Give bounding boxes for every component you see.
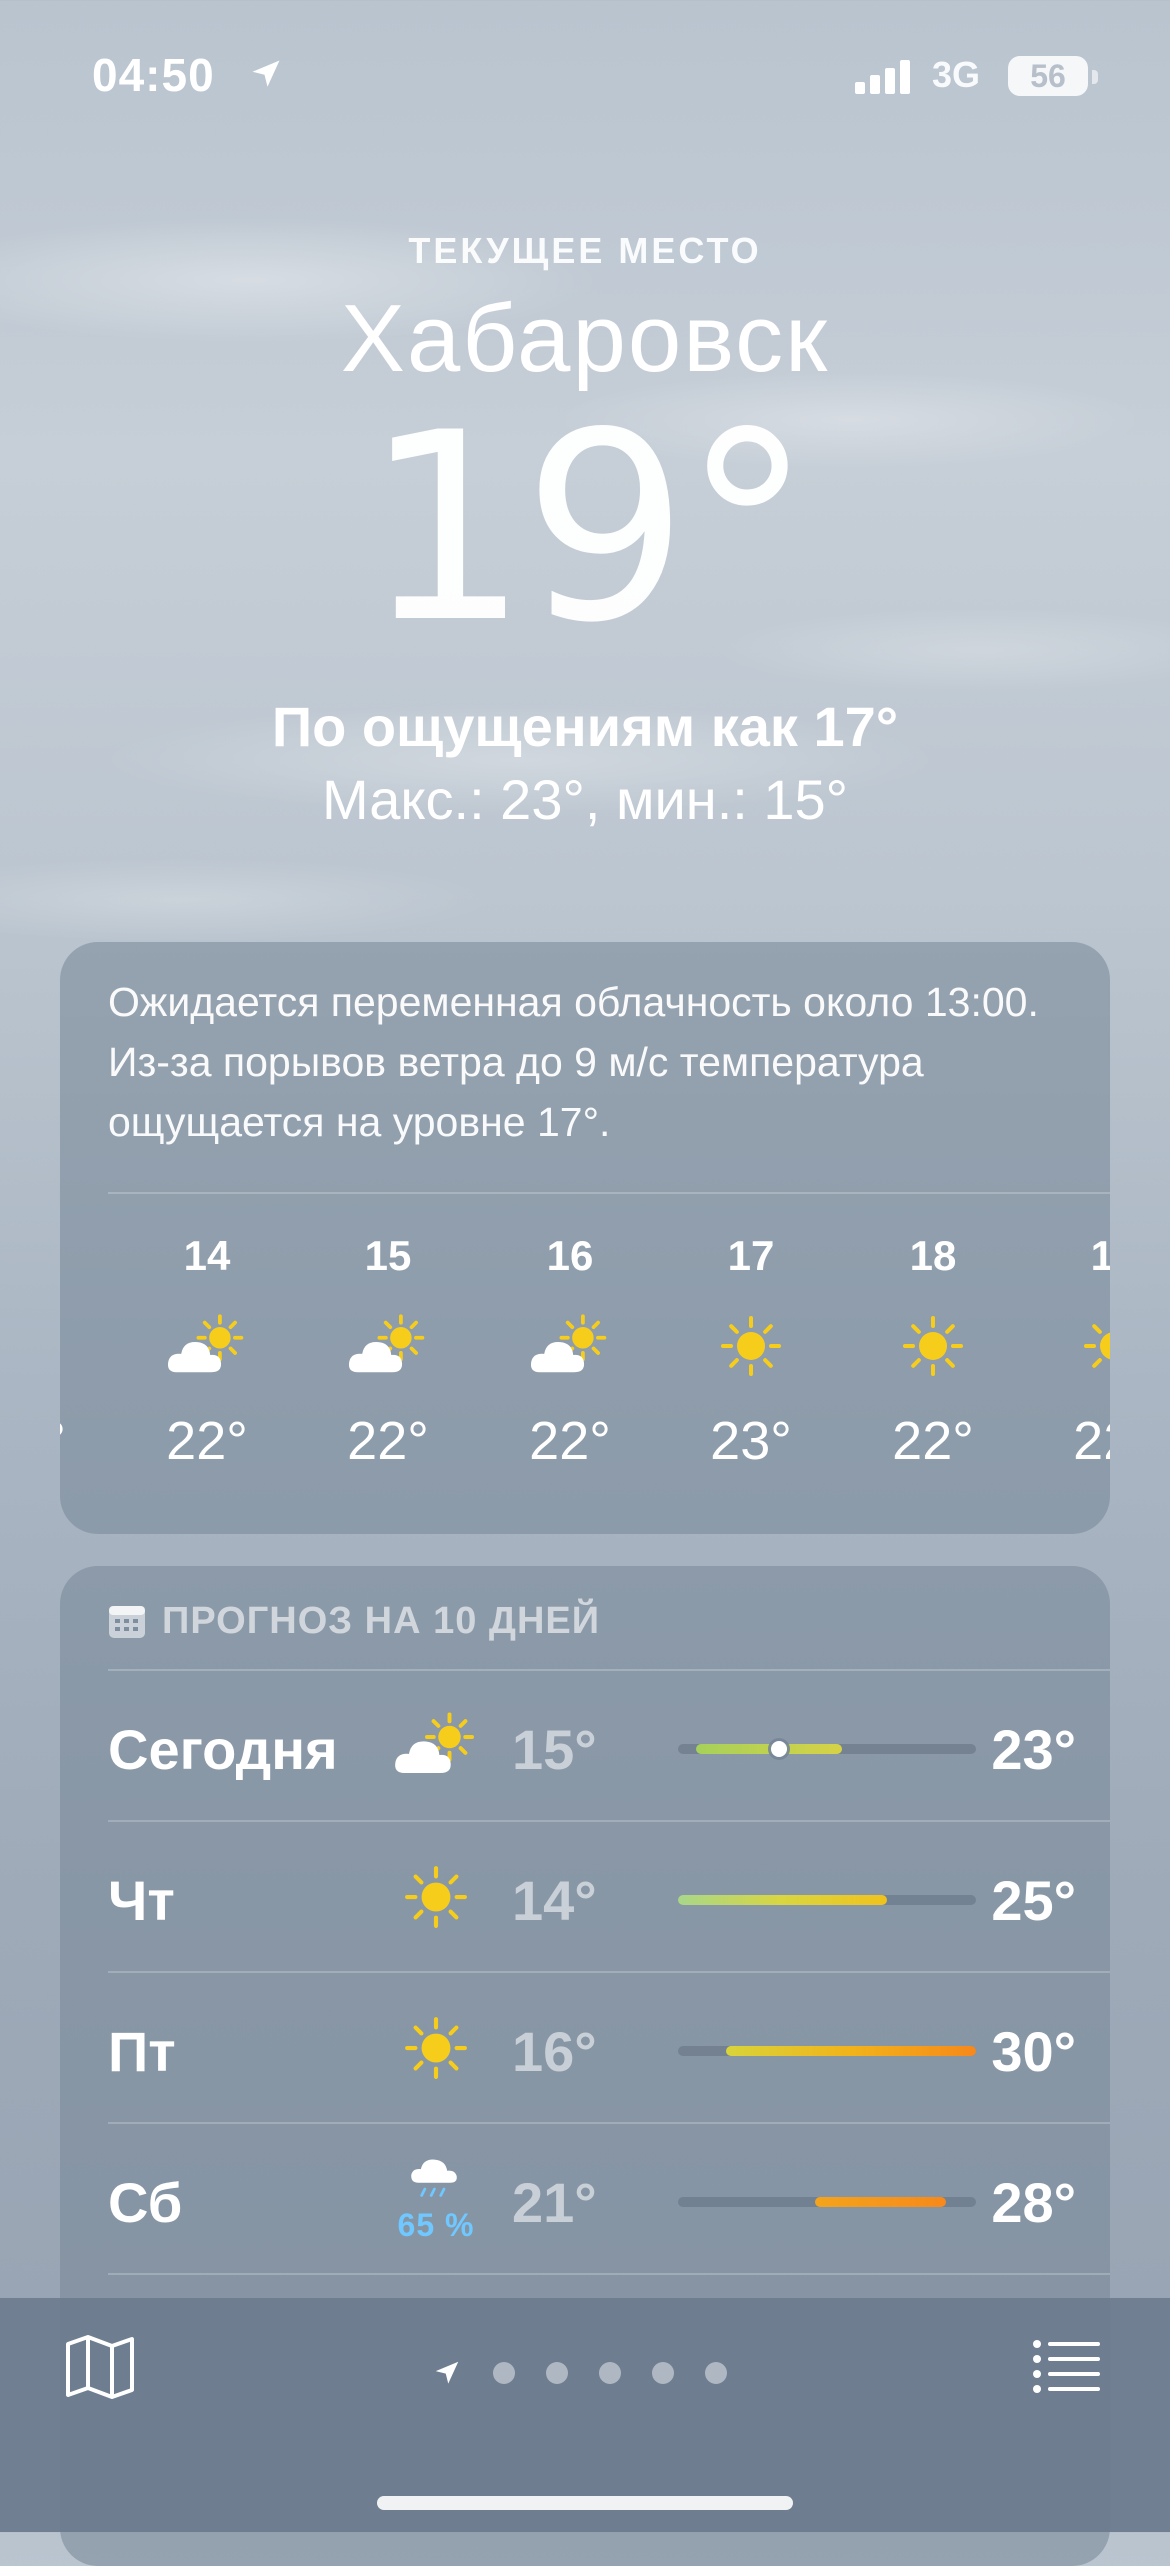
hourly-forecast-card[interactable]: Ожидается переменная облачность около 13… [60,942,1110,1534]
hour-label: 16 [546,1232,594,1279]
partly-cloudy-icon [313,1306,463,1386]
bottom-toolbar [0,2298,1170,2532]
map-icon[interactable] [64,2334,136,2400]
sun-icon [676,1306,826,1386]
sun-icon [1039,1306,1110,1386]
page-dot[interactable] [599,2362,621,2384]
hour-temperature: 22° [892,1411,974,1471]
hour-temperature: 23° [710,1411,792,1471]
temperature-range-bar [678,1895,976,1905]
hour-item: 18 22° [858,1222,1008,1472]
hour-label: 15 [364,1232,412,1279]
high-temperature: 28° [991,2171,1076,2234]
temperature-range-bar [678,2197,976,2207]
forecast-title-label: ПРОГНОЗ НА 10 ДНЕЙ [162,1599,601,1642]
rain-cloud-icon: 65 % [386,2154,486,2244]
sun-icon [386,1852,486,1942]
home-indicator[interactable] [377,2496,793,2510]
partly-cloudy-icon [386,1701,486,1791]
low-temperature: 21° [512,2171,597,2234]
temperature-range-fill [725,2046,976,2056]
sun-icon [858,1306,1008,1386]
hour-item: 13 22° [60,1222,100,1472]
low-temperature: 15° [512,1718,597,1781]
high-temperature: 30° [991,2020,1076,2083]
hour-label: 17 [727,1232,775,1279]
temperature-range-fill [695,1744,842,1754]
status-time: 04:50 [92,49,215,101]
page-dot[interactable] [705,2362,727,2384]
hour-temperature: 22° [347,1411,429,1471]
hourly-scroll[interactable]: 13 22°14 22°15 22°16 22°17 23°18 22°19 2… [60,1222,1110,1522]
page-dot[interactable] [546,2362,568,2384]
card-divider [108,1192,1110,1194]
forecast-day: Пт [108,2020,176,2083]
page-dot[interactable] [493,2362,515,2384]
high-temperature: 25° [991,1869,1076,1932]
status-bar: 04:50 3G 56 [0,48,1170,108]
temperature-range-bar [678,2046,976,2056]
partly-cloudy-icon [132,1306,282,1386]
temperature-range-bar [678,1741,976,1757]
hour-temperature: 22° [166,1411,248,1471]
hour-label: 19 [1090,1232,1110,1279]
hour-item: 17 23° [676,1222,826,1472]
weather-summary: Ожидается переменная облачность около 13… [108,979,1039,1145]
temperature-range-fill [815,2197,947,2207]
hour-item: 19 22° [1039,1222,1110,1472]
current-temp-dot [771,1741,788,1757]
high-temperature: 23° [991,1718,1076,1781]
current-location-page-icon[interactable] [432,2358,462,2388]
battery-indicator: 56 [1008,56,1088,96]
partly-cloudy-icon [495,1306,645,1386]
list-icon[interactable] [1032,2338,1102,2394]
sun-icon [60,1306,100,1386]
hour-label: 18 [909,1232,957,1279]
current-temperature: 19° [363,378,813,680]
forecast-day: Сб [108,2171,183,2234]
hour-label: 14 [183,1232,231,1279]
forecast-title: ПРОГНОЗ НА 10 ДНЕЙ [108,1596,600,1646]
hour-item: 16 22° [495,1222,645,1472]
hour-item: 15 22° [313,1222,463,1472]
hour-item: 14 22° [132,1222,282,1472]
battery-nub [1092,70,1098,84]
sun-icon [386,2003,486,2093]
feels-like: По ощущениям как 17° [271,695,899,758]
low-temperature: 14° [512,1869,597,1932]
min-max-temperature: Макс.: 23°, мин.: 15° [321,768,849,831]
low-temperature: 16° [512,2020,597,2083]
weather-header: ТЕКУЩЕЕ МЕСТО Хабаровск 19° По ощущениям… [0,230,1170,832]
page-indicator[interactable] [432,2358,727,2388]
forecast-row[interactable]: Чт 14° 25° [108,1822,1110,1972]
forecast-row[interactable]: Сегодня 15° 23° [108,1671,1110,1821]
hour-temperature: 22° [60,1410,100,1472]
location-arrow-icon [252,60,280,87]
hour-temperature: 22° [529,1411,611,1471]
precip-chance: 65 % [397,2207,475,2243]
temperature-range-fill [678,1895,887,1905]
forecast-row[interactable]: Сб 65 % 21° 28° [108,2124,1110,2274]
forecast-row[interactable]: Пт 16° 30° [108,1973,1110,2123]
forecast-day: Сегодня [108,1718,338,1781]
forecast-day: Чт [108,1869,175,1932]
hour-temperature: 22° [1073,1411,1110,1471]
page-dot[interactable] [652,2362,674,2384]
location-label: ТЕКУЩЕЕ МЕСТО [408,230,762,271]
cellular-signal-icon [855,60,910,94]
row-divider [108,2273,1110,2275]
calendar-icon [109,1606,145,1638]
hour-label: 13 [60,1232,100,1280]
network-type: 3G [932,54,981,95]
